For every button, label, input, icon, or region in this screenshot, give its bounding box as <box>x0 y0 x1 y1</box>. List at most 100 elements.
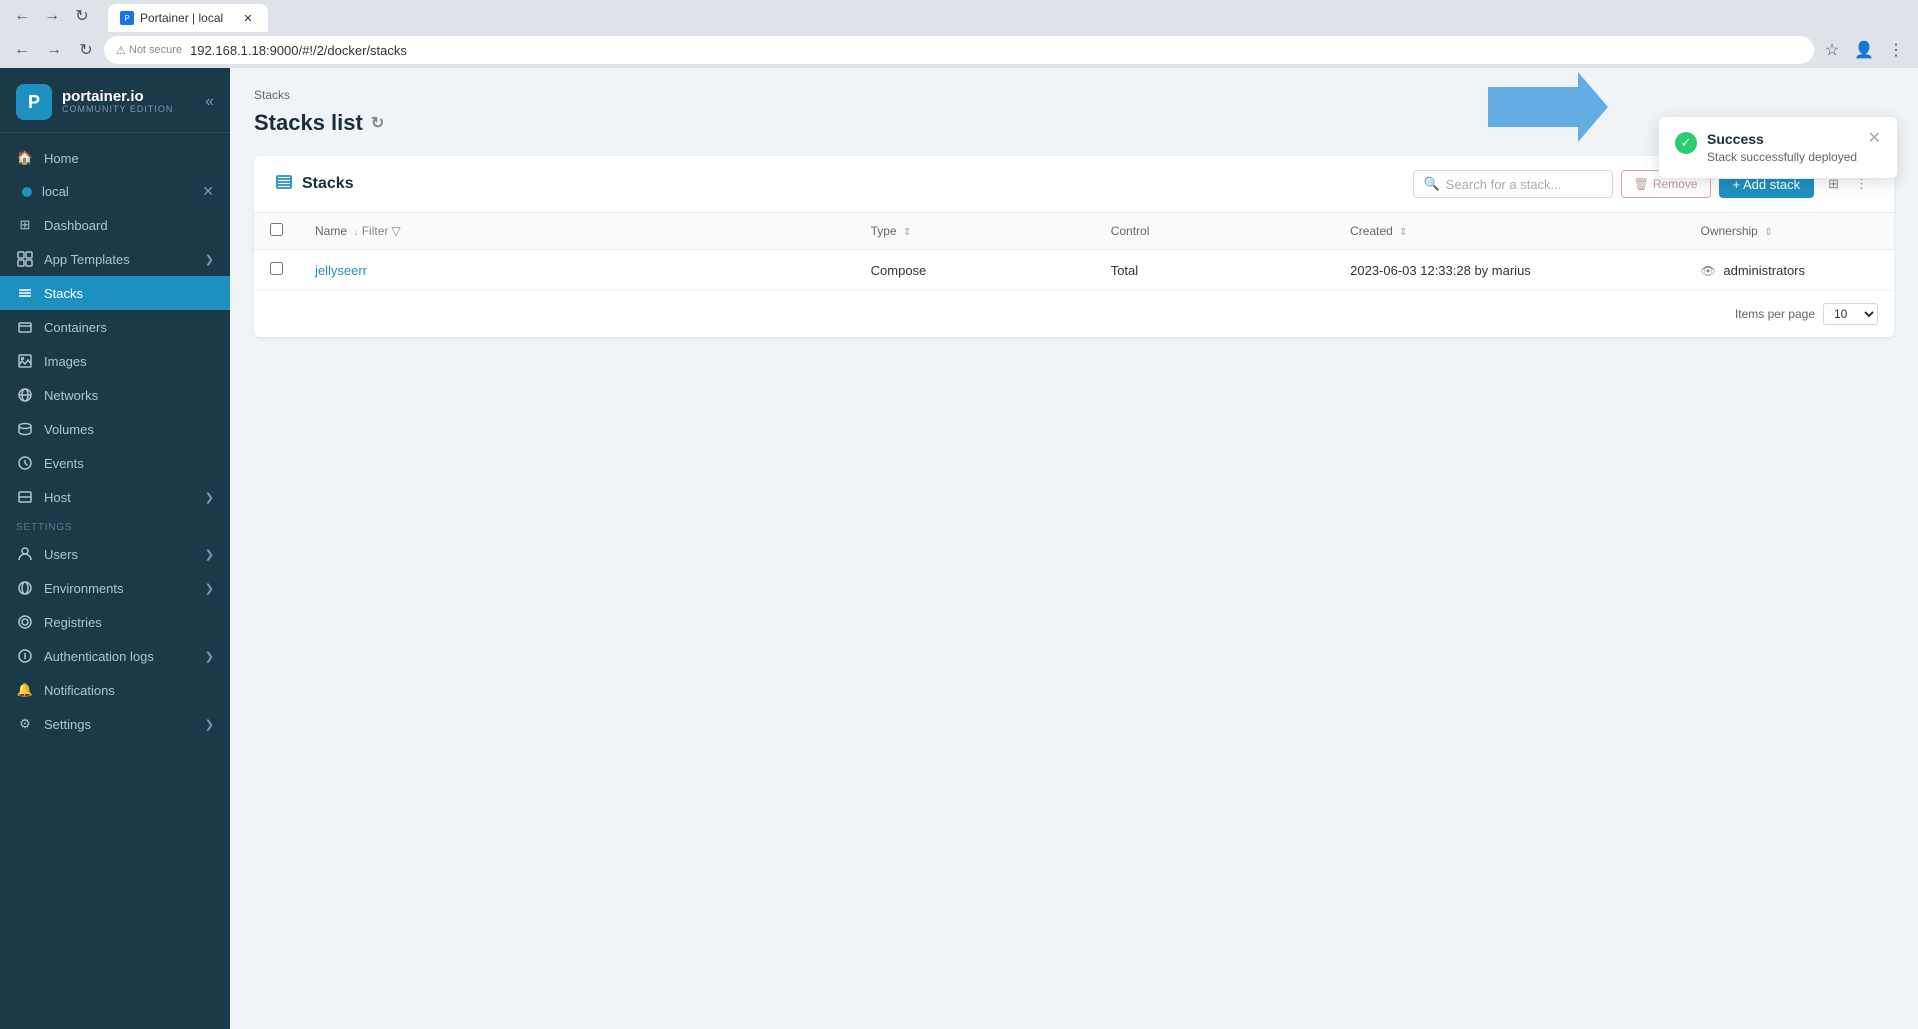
search-container: 🔍 <box>1413 170 1613 198</box>
sidebar-item-app-templates[interactable]: App Templates ❯ <box>0 242 230 276</box>
environments-label: Environments <box>44 581 123 596</box>
networks-label: Networks <box>44 388 98 403</box>
filter-icon: ▽ <box>391 224 400 238</box>
home-icon: 🏠 <box>16 149 34 167</box>
stacks-card-icon <box>274 172 294 197</box>
security-indicator: ⚠ Not secure <box>116 44 182 57</box>
ownership-icon: 👁 <box>1701 264 1716 278</box>
sidebar-item-volumes[interactable]: Volumes <box>0 412 230 446</box>
row-checkbox-cell <box>254 250 299 291</box>
row-checkbox[interactable] <box>270 262 283 275</box>
sidebar-item-notifications[interactable]: 🔔 Notifications <box>0 673 230 707</box>
bookmark-button[interactable]: ☆ <box>1818 36 1846 64</box>
sidebar-item-stacks[interactable]: Stacks <box>0 276 230 310</box>
warning-icon: ⚠ <box>116 44 126 57</box>
items-per-page-footer: Items per page 10 25 50 100 <box>254 290 1894 337</box>
environments-icon <box>16 579 34 597</box>
stacks-label: Stacks <box>44 286 83 301</box>
address-bar[interactable]: ⚠ Not secure 192.168.1.18:9000/#!/2/dock… <box>104 36 1814 64</box>
toast-close-button[interactable]: ✕ <box>1868 131 1881 147</box>
menu-button[interactable]: ⋮ <box>1882 36 1910 64</box>
name-sort-icon: ↓ <box>353 227 358 238</box>
volumes-icon <box>16 420 34 438</box>
filter-button[interactable]: Filter ▽ <box>362 224 401 238</box>
sidebar-item-containers[interactable]: Containers <box>0 310 230 344</box>
col-header-type[interactable]: Type ⇕ <box>855 213 1095 250</box>
sidebar-item-environments[interactable]: Environments ❯ <box>0 571 230 605</box>
logo-name: portainer.io <box>62 89 173 106</box>
created-sort-icon: ⇕ <box>1399 227 1407 238</box>
logo-edition: COMMUNITY EDITION <box>62 105 173 115</box>
ownership-sort-icon: ⇕ <box>1764 227 1772 238</box>
col-header-control: Control <box>1095 213 1334 250</box>
stacks-table-body: jellyseerr Compose Total 2023-06-03 12:3… <box>254 250 1894 291</box>
host-chevron: ❯ <box>205 491 214 504</box>
back-button[interactable]: ← <box>8 2 36 30</box>
browser-reload[interactable]: ↻ <box>72 36 100 64</box>
env-close-icon[interactable]: ✕ <box>202 183 214 200</box>
refresh-button[interactable]: ↻ <box>371 113 384 133</box>
env-status-dot <box>22 187 32 197</box>
row-created-cell: 2023-06-03 12:33:28 by marius <box>1334 250 1684 291</box>
items-per-page-select[interactable]: 10 25 50 100 <box>1823 303 1878 325</box>
sidebar-item-settings[interactable]: ⚙ Settings ❯ <box>0 707 230 741</box>
environments-chevron: ❯ <box>205 582 214 595</box>
registries-icon <box>16 613 34 631</box>
browser-back[interactable]: ← <box>8 36 36 64</box>
toast-content: Success Stack successfully deployed <box>1707 131 1858 164</box>
browser-tab[interactable]: P Portainer | local ✕ <box>108 4 268 32</box>
sidebar: P portainer.io COMMUNITY EDITION « 🏠 Hom… <box>0 68 230 1029</box>
images-label: Images <box>44 354 87 369</box>
col-header-ownership[interactable]: Ownership ⇕ <box>1685 213 1895 250</box>
sidebar-environment-local[interactable]: local ✕ <box>0 175 230 208</box>
containers-label: Containers <box>44 320 107 335</box>
browser-forward[interactable]: → <box>40 36 68 64</box>
row-control-cell: Total <box>1095 250 1334 291</box>
images-icon <box>16 352 34 370</box>
col-header-created[interactable]: Created ⇕ <box>1334 213 1684 250</box>
notifications-icon: 🔔 <box>16 681 34 699</box>
sidebar-dashboard-label: Dashboard <box>44 218 108 233</box>
search-icon: 🔍 <box>1424 176 1440 192</box>
app-templates-label: App Templates <box>44 252 130 267</box>
notifications-label: Notifications <box>44 683 115 698</box>
profile-button[interactable]: 👤 <box>1850 36 1878 64</box>
col-header-name[interactable]: Name ↓ Filter ▽ <box>299 213 855 250</box>
tab-favicon: P <box>120 11 134 25</box>
toast-message: Stack successfully deployed <box>1707 150 1858 164</box>
stack-link[interactable]: jellyseerr <box>315 263 367 278</box>
remove-icon: 🗑 <box>1634 177 1649 191</box>
sidebar-item-registries[interactable]: Registries <box>0 605 230 639</box>
search-input[interactable] <box>1446 177 1602 192</box>
sidebar-item-home[interactable]: 🏠 Home <box>0 141 230 175</box>
sidebar-collapse-button[interactable]: « <box>205 93 214 111</box>
row-name-cell: jellyseerr <box>299 250 855 291</box>
host-icon <box>16 488 34 506</box>
notification-toast: ✓ Success Stack successfully deployed ✕ <box>1658 116 1898 179</box>
volumes-label: Volumes <box>44 422 94 437</box>
auth-logs-chevron: ❯ <box>205 650 214 663</box>
sidebar-item-host[interactable]: Host ❯ <box>0 480 230 514</box>
select-all-header <box>254 213 299 250</box>
sidebar-item-images[interactable]: Images <box>0 344 230 378</box>
settings-label: Settings <box>44 717 91 732</box>
events-label: Events <box>44 456 84 471</box>
sidebar-item-networks[interactable]: Networks <box>0 378 230 412</box>
forward-button[interactable]: → <box>38 2 66 30</box>
toast-success-icon: ✓ <box>1675 132 1697 154</box>
sidebar-item-dashboard[interactable]: ⊞ Dashboard <box>0 208 230 242</box>
table-row: jellyseerr Compose Total 2023-06-03 12:3… <box>254 250 1894 291</box>
sidebar-item-auth-logs[interactable]: Authentication logs ❯ <box>0 639 230 673</box>
reload-button[interactable]: ↻ <box>68 2 96 30</box>
sidebar-logo: P portainer.io COMMUNITY EDITION « <box>0 68 230 133</box>
select-all-checkbox[interactable] <box>270 223 283 236</box>
sidebar-item-users[interactable]: Users ❯ <box>0 537 230 571</box>
tab-title: Portainer | local <box>140 11 223 25</box>
tab-close-button[interactable]: ✕ <box>240 10 256 26</box>
registries-label: Registries <box>44 615 102 630</box>
app-templates-chevron: ❯ <box>205 253 214 266</box>
dashboard-icon: ⊞ <box>16 216 34 234</box>
stacks-icon <box>16 284 34 302</box>
host-label: Host <box>44 490 71 505</box>
sidebar-item-events[interactable]: Events <box>0 446 230 480</box>
